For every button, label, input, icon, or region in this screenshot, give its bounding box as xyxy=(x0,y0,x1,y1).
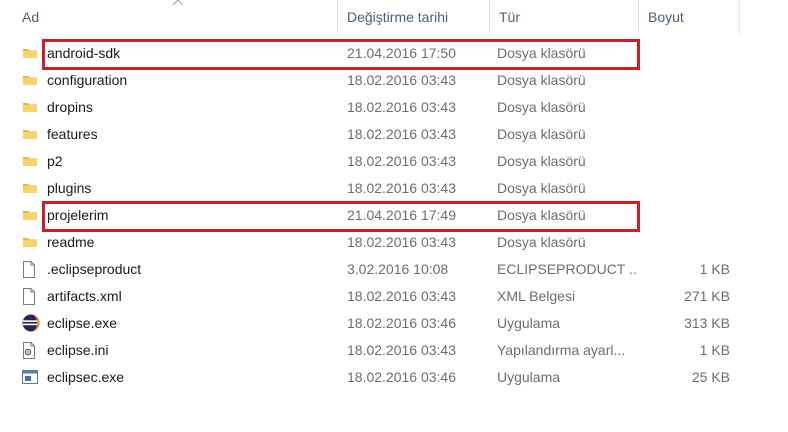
file-row[interactable]: p2 18.02.2016 03:43 Dosya klasörü xyxy=(0,148,788,175)
settings-file-icon xyxy=(22,337,40,364)
file-size xyxy=(640,229,730,256)
folder-icon xyxy=(22,148,40,175)
file-row[interactable]: readme 18.02.2016 03:43 Dosya klasörü xyxy=(0,229,788,256)
file-modified-date: 18.02.2016 03:43 xyxy=(347,288,456,304)
file-row[interactable]: eclipse.exe 18.02.2016 03:46 Uygulama 313 K… xyxy=(0,310,788,337)
file-modified-date: 21.04.2016 17:49 xyxy=(347,207,456,223)
column-divider[interactable] xyxy=(739,0,740,34)
folder-icon xyxy=(22,94,40,121)
folder-icon xyxy=(22,40,40,67)
file-type: Dosya klasörü xyxy=(497,234,586,250)
column-header-bar: Ad Değiştirme tarihi Tür Boyut xyxy=(0,0,788,34)
file-row[interactable]: eclipsec.exe 18.02.2016 03:46 Uygulama 25 K… xyxy=(0,364,788,391)
column-divider[interactable] xyxy=(638,0,639,34)
file-row[interactable]: plugins 18.02.2016 03:43 Dosya klasörü xyxy=(0,175,788,202)
file-size: 25 KB xyxy=(691,369,730,385)
file-size: 271 KB xyxy=(684,288,730,304)
file-row[interactable]: .eclipseproduct 3.02.2016 10:08 ECLIPSEPRO… xyxy=(0,256,788,283)
file-type: Uygulama xyxy=(497,369,561,385)
file-row[interactable]: dropins 18.02.2016 03:43 Dosya klasörü xyxy=(0,94,788,121)
file-type: Dosya klasörü xyxy=(497,72,586,88)
file-name[interactable]: configuration xyxy=(47,67,332,94)
column-divider[interactable] xyxy=(337,0,338,34)
file-type: Yapılandırma ayarl... xyxy=(497,342,626,358)
file-modified-date: 3.02.2016 10:08 xyxy=(347,261,449,277)
column-header-size[interactable]: Boyut xyxy=(648,0,684,34)
file-type: XML Belgesi xyxy=(497,288,576,304)
application-icon xyxy=(22,364,40,391)
file-modified-date: 18.02.2016 03:43 xyxy=(347,99,456,115)
file-size xyxy=(640,202,730,229)
document-icon xyxy=(22,256,40,283)
file-row[interactable]: features 18.02.2016 03:43 Dosya klasörü xyxy=(0,121,788,148)
file-size xyxy=(640,175,730,202)
file-size xyxy=(640,148,730,175)
folder-icon xyxy=(22,67,40,94)
file-type: Dosya klasörü xyxy=(497,207,586,223)
file-modified-date: 18.02.2016 03:43 xyxy=(347,126,456,142)
file-type: Dosya klasörü xyxy=(497,99,586,115)
file-row[interactable]: android-sdk 21.04.2016 17:50 Dosya klasörü xyxy=(0,40,788,67)
file-modified-date: 18.02.2016 03:43 xyxy=(347,342,456,358)
document-icon xyxy=(22,283,40,310)
file-row[interactable]: configuration 18.02.2016 03:43 Dosya klasö… xyxy=(0,67,788,94)
file-name[interactable]: android-sdk xyxy=(47,40,332,67)
folder-icon xyxy=(22,121,40,148)
file-modified-date: 21.04.2016 17:50 xyxy=(347,45,456,61)
eclipse-icon xyxy=(22,310,40,337)
file-name[interactable]: features xyxy=(47,121,332,148)
sort-ascending-icon xyxy=(172,0,184,6)
file-name[interactable]: eclipse.ini xyxy=(47,337,332,364)
folder-icon xyxy=(22,229,40,256)
file-size: 313 KB xyxy=(684,315,730,331)
file-name[interactable]: plugins xyxy=(47,175,332,202)
file-name[interactable]: p2 xyxy=(47,148,332,175)
file-type: Uygulama xyxy=(497,315,561,331)
file-type: Dosya klasörü xyxy=(497,180,586,196)
column-header-date[interactable]: Değiştirme tarihi xyxy=(347,0,448,34)
file-name[interactable]: eclipse.exe xyxy=(47,310,332,337)
file-size: 1 KB xyxy=(699,342,730,358)
file-name[interactable]: artifacts.xml xyxy=(47,283,332,310)
folder-icon xyxy=(22,175,40,202)
file-type: Dosya klasörü xyxy=(497,153,586,169)
file-type: Dosya klasörü xyxy=(497,45,586,61)
file-modified-date: 18.02.2016 03:43 xyxy=(347,234,456,250)
file-type: ECLIPSEPRODUCT ... xyxy=(497,261,637,277)
file-row[interactable]: projelerim 21.04.2016 17:49 Dosya klasörü xyxy=(0,202,788,229)
file-size: 1 KB xyxy=(699,261,730,277)
file-name[interactable]: .eclipseproduct xyxy=(47,256,332,283)
file-name[interactable]: eclipsec.exe xyxy=(47,364,332,391)
file-modified-date: 18.02.2016 03:46 xyxy=(347,369,456,385)
file-modified-date: 18.02.2016 03:43 xyxy=(347,153,456,169)
file-size xyxy=(640,67,730,94)
file-name[interactable]: dropins xyxy=(47,94,332,121)
column-header-type[interactable]: Tür xyxy=(499,0,520,34)
file-size xyxy=(640,40,730,67)
file-modified-date: 18.02.2016 03:46 xyxy=(347,315,456,331)
file-type: Dosya klasörü xyxy=(497,126,586,142)
file-row[interactable]: artifacts.xml 18.02.2016 03:43 XML Belgesi… xyxy=(0,283,788,310)
column-header-name[interactable]: Ad xyxy=(22,0,39,34)
file-size xyxy=(640,94,730,121)
file-name[interactable]: projelerim xyxy=(47,202,332,229)
file-modified-date: 18.02.2016 03:43 xyxy=(347,180,456,196)
file-modified-date: 18.02.2016 03:43 xyxy=(347,72,456,88)
file-row[interactable]: eclipse.ini 18.02.2016 03:43 Yapılandırma … xyxy=(0,337,788,364)
folder-icon xyxy=(22,202,40,229)
file-name[interactable]: readme xyxy=(47,229,332,256)
column-divider[interactable] xyxy=(489,0,490,34)
file-size xyxy=(640,121,730,148)
